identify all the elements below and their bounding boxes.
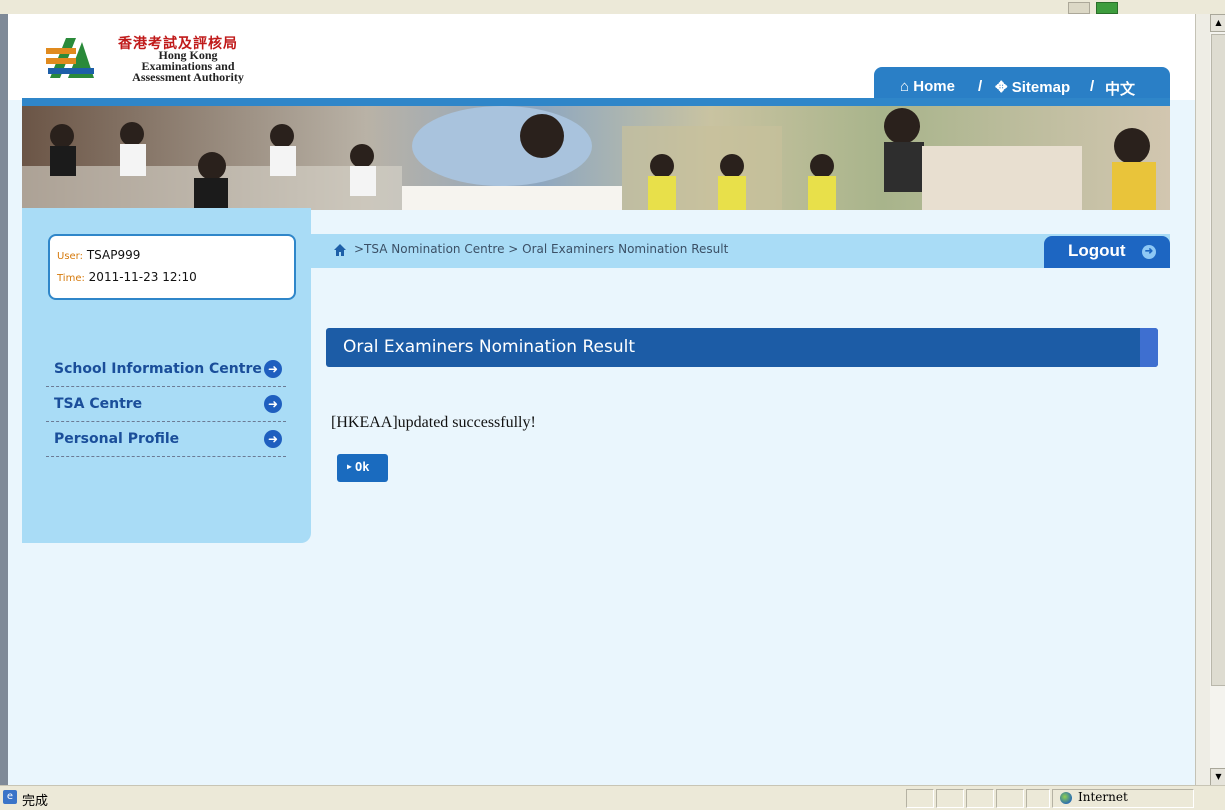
nav-separator: /	[1090, 78, 1095, 95]
ok-button[interactable]: ▶ Ok	[337, 454, 388, 482]
ie-page-icon: e	[3, 790, 17, 804]
logo-english-name: Hong Kong Examinations and Assessment Au…	[118, 49, 258, 84]
section-title-text: Oral Examiners Nomination Result	[343, 337, 635, 357]
title-bar-cap	[1140, 328, 1158, 367]
sidebar-item-label: Personal Profile	[54, 431, 180, 447]
status-cell	[936, 789, 964, 808]
hkeaa-logo-icon	[46, 38, 94, 78]
home-link-label: Home	[913, 78, 955, 95]
sidebar-item-label: TSA Centre	[54, 396, 143, 412]
user-info-box: User: TSAP999 Time: 2011-11-23 12:10	[48, 234, 296, 300]
restore-button[interactable]	[1096, 2, 1118, 14]
time-label: Time:	[57, 273, 85, 284]
breadcrumb: >TSA Nomination Centre > Oral Examiners …	[311, 234, 1170, 268]
sidebar-item-tsa-centre[interactable]: TSA Centre ➜	[46, 387, 286, 422]
globe-icon	[1060, 792, 1072, 804]
time-value: 2011-11-23 12:10	[88, 270, 197, 284]
banner-image	[22, 106, 1170, 210]
page: 香港考試及評核局 Hong Kong Examinations and Asse…	[8, 14, 1195, 785]
nav-separator: /	[978, 78, 983, 95]
logout-button[interactable]: Logout ➜	[1044, 236, 1170, 268]
vertical-scrollbar[interactable]: ▲ ▼	[1195, 14, 1225, 786]
home-icon[interactable]	[333, 243, 347, 257]
sitemap-link[interactable]: ✥ Sitemap	[995, 78, 1070, 96]
sidebar-item-school-information-centre[interactable]: School Information Centre ➜	[46, 352, 286, 387]
scroll-thumb[interactable]	[1211, 34, 1225, 686]
sidebar-item-personal-profile[interactable]: Personal Profile ➜	[46, 422, 286, 457]
home-link[interactable]: ⌂ Home	[900, 78, 955, 95]
zone-label: Internet	[1078, 790, 1128, 804]
arrow-right-icon: ➜	[264, 430, 282, 448]
logout-label: Logout	[1068, 241, 1126, 260]
status-cell	[906, 789, 934, 808]
language-link[interactable]: 中文	[1105, 78, 1135, 99]
arrow-right-icon: ➜	[1142, 245, 1156, 259]
browser-toolbar	[0, 0, 1225, 15]
status-cell	[1026, 789, 1050, 808]
status-text: 完成	[22, 794, 49, 809]
header-band	[22, 98, 1170, 106]
sitemap-link-label: Sitemap	[1011, 79, 1071, 96]
breadcrumb-text: >TSA Nomination Centre > Oral Examiners …	[354, 242, 729, 256]
sitemap-icon: ✥	[995, 79, 1008, 96]
sidebar-item-label: School Information Centre	[54, 361, 262, 377]
user-label: User:	[57, 251, 83, 262]
sidebar-menu: School Information Centre ➜ TSA Centre ➜…	[46, 352, 286, 457]
user-value: TSAP999	[86, 248, 141, 262]
logo-line-3: Assessment Authority	[132, 70, 244, 84]
scroll-down-button[interactable]: ▼	[1210, 768, 1225, 786]
triangle-right-icon: ▶	[347, 462, 352, 471]
sidebar: User: TSAP999 Time: 2011-11-23 12:10 Sch…	[22, 208, 311, 543]
status-cell	[996, 789, 1024, 808]
status-cell	[966, 789, 994, 808]
arrow-right-icon: ➜	[264, 395, 282, 413]
time-row: Time: 2011-11-23 12:10	[57, 270, 197, 284]
ok-button-label: Ok	[355, 460, 370, 474]
window-frame-left	[0, 14, 8, 785]
arrow-right-icon: ➜	[264, 360, 282, 378]
user-row: User: TSAP999	[57, 248, 140, 262]
browser-statusbar: e 完成 Internet	[0, 785, 1225, 810]
home-icon: ⌂	[900, 78, 910, 95]
status-message: [HKEAA]updated successfully!	[331, 414, 536, 431]
scroll-up-button[interactable]: ▲	[1210, 14, 1225, 32]
page-title: Oral Examiners Nomination Result	[326, 328, 1158, 367]
minimize-button[interactable]	[1068, 2, 1090, 14]
